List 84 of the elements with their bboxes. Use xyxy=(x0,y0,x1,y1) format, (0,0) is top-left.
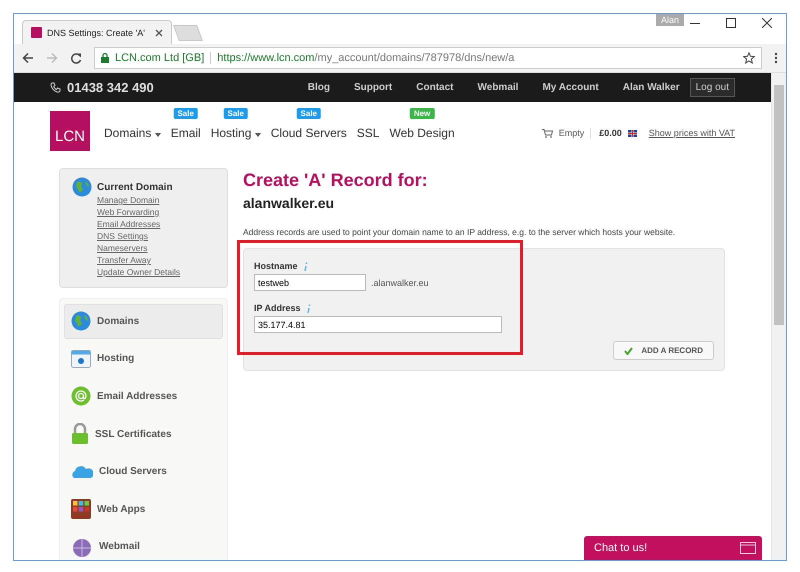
chat-widget[interactable]: Chat to us! xyxy=(584,536,762,560)
nav-badge: Sale xyxy=(173,108,198,119)
sidebar-item-label: Web Apps xyxy=(97,504,146,515)
nav-item[interactable]: Domains xyxy=(104,126,161,140)
phone-icon xyxy=(50,82,61,93)
input-field[interactable]: 35.177.4.81 xyxy=(254,316,502,333)
user-name: Alan Walker xyxy=(622,82,680,93)
scrollbar[interactable] xyxy=(771,73,786,560)
sidebar-item-label: SSL Certificates xyxy=(95,428,172,440)
nav-item[interactable]: Web Design xyxy=(389,126,455,140)
sidebar-item[interactable]: SSL Certificates xyxy=(64,416,223,452)
globe-icon xyxy=(72,177,92,197)
nav-item[interactable]: Email xyxy=(170,126,201,140)
top-nav-link[interactable]: Blog xyxy=(308,82,330,93)
cart-status[interactable]: Empty xyxy=(558,128,584,138)
nav-badge: Sale xyxy=(296,108,321,119)
add-record-button[interactable]: ADD A RECORD xyxy=(613,341,714,360)
browser-tab[interactable]: DNS Settings: Create 'A' xyxy=(22,20,172,44)
nav-item[interactable]: Hosting xyxy=(210,126,261,140)
phone-number: 01438 342 490 xyxy=(67,80,154,95)
top-nav-link[interactable]: Support xyxy=(354,82,392,93)
favicon-icon xyxy=(31,27,42,38)
url-text: https://www.lcn.com/my_account/domains/787978/dns/new/a xyxy=(217,52,516,64)
field-label: Hostname xyxy=(254,261,298,271)
panel-title: Current Domain xyxy=(97,182,174,193)
browser-window-icon xyxy=(71,350,91,368)
sidebar-item-label: Cloud Servers xyxy=(99,466,167,478)
sidebar-item-label: Hosting xyxy=(97,353,134,364)
star-icon[interactable] xyxy=(743,52,755,64)
sidebar-item-label: Webmail xyxy=(99,541,140,552)
sidebar-item[interactable]: Cloud Servers xyxy=(64,454,223,489)
close-icon[interactable] xyxy=(155,28,163,36)
maximize-icon[interactable] xyxy=(726,18,736,28)
domain-link[interactable]: Transfer Away xyxy=(97,255,180,265)
description-text: Address records are used to point your domain name to an IP address, e.g. to the server which hosts your website. xyxy=(243,227,676,237)
app-grid-icon xyxy=(71,499,91,520)
globe-icon xyxy=(71,311,91,332)
logout-button[interactable]: Log out xyxy=(690,78,735,97)
sidebar-item-label: Email Addresses xyxy=(97,390,178,402)
sidebar-item[interactable]: Email Addresses xyxy=(64,379,223,414)
cart-total: £0.00 xyxy=(590,128,622,138)
close-icon[interactable] xyxy=(762,18,772,28)
input-field[interactable]: testweb xyxy=(254,274,366,291)
site-identity: LCN.com Ltd [GB] xyxy=(115,52,212,64)
page-title: Create 'A' Record for: xyxy=(243,170,429,191)
at-sign-icon xyxy=(71,386,91,406)
padlock-icon xyxy=(71,423,89,446)
vat-prices-link[interactable]: Show prices with VAT xyxy=(648,128,735,138)
domain-link[interactable]: Email Addresses xyxy=(97,219,180,229)
caret-icon xyxy=(254,133,261,137)
checkmark-icon xyxy=(624,346,634,354)
flag-icon[interactable] xyxy=(628,130,637,136)
globe-icon xyxy=(71,536,93,557)
logo[interactable]: LCN xyxy=(50,111,90,151)
back-arrow-icon[interactable] xyxy=(22,52,34,64)
domain-link[interactable]: Web Forwarding xyxy=(97,207,180,217)
top-nav-link[interactable]: Webmail xyxy=(478,82,518,93)
window-icon[interactable] xyxy=(740,542,756,554)
chat-label: Chat to us! xyxy=(594,542,648,554)
domain-suffix: .alanwalker.eu xyxy=(371,278,429,288)
sidebar-item-label: Domains xyxy=(97,316,140,327)
nav-item[interactable]: Cloud Servers xyxy=(270,126,347,140)
sidebar-item[interactable]: Domains xyxy=(64,304,223,339)
caret-icon xyxy=(154,133,161,137)
nav-item[interactable]: SSL xyxy=(356,126,380,140)
field-label: IP Address xyxy=(254,303,301,313)
domain-name: alanwalker.eu xyxy=(243,195,336,211)
domain-link[interactable]: Manage Domain xyxy=(97,195,180,205)
nav-badge: Sale xyxy=(224,108,248,119)
padlock-icon xyxy=(101,53,109,63)
nav-badge: New xyxy=(410,108,434,119)
cart-icon xyxy=(542,128,553,138)
domain-link[interactable]: DNS Settings xyxy=(97,231,180,241)
sidebar-item[interactable]: Web Apps xyxy=(64,492,223,526)
reload-icon[interactable] xyxy=(70,52,82,64)
sidebar-item[interactable]: Webmail xyxy=(64,529,223,560)
sidebar-item[interactable]: Hosting xyxy=(64,342,223,376)
top-nav-link[interactable]: My Account xyxy=(542,82,599,93)
menu-icon[interactable] xyxy=(774,52,778,64)
domain-link[interactable]: Nameservers xyxy=(97,243,180,253)
domain-link[interactable]: Update Owner Details xyxy=(97,267,180,277)
top-nav-link[interactable]: Contact xyxy=(416,82,454,93)
cloud-icon xyxy=(71,464,93,479)
address-bar[interactable]: LCN.com Ltd [GB] https://www.lcn.com/my_account/domains/787978/dns/new/a xyxy=(94,47,762,69)
